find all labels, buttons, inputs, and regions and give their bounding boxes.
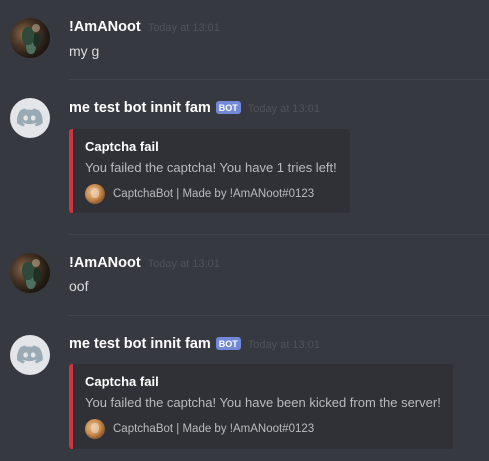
embed-footer: CaptchaBot | Made by !AmANoot#0123 (85, 184, 314, 204)
embed-footer-text: CaptchaBot | Made by !AmANoot#0123 (113, 188, 315, 200)
message-divider (69, 79, 489, 80)
footer-avatar-icon (85, 184, 105, 204)
message-timestamp: Today at 13:01 (147, 22, 220, 34)
embed-footer-text: CaptchaBot | Made by !AmANoot#0123 (113, 423, 315, 435)
embed-footer: CaptchaBot | Made by !AmANoot#0123 (85, 419, 314, 439)
author-name[interactable]: me test bot innit fam (69, 336, 211, 352)
embed-description: You failed the captcha! You have been ki… (85, 395, 441, 410)
embed-description: You failed the captcha! You have 1 tries… (85, 160, 337, 175)
message-timestamp: Today at 13:01 (147, 258, 220, 270)
user-avatar[interactable] (10, 18, 50, 58)
author-name[interactable]: !AmANoot (69, 19, 141, 35)
message-divider (69, 315, 489, 316)
bot-tag: BOT (215, 337, 241, 350)
author-name[interactable]: me test bot innit fam (69, 100, 211, 116)
embed-title: Captcha fail (85, 374, 159, 389)
message-timestamp: Today at 13:01 (247, 339, 320, 351)
embed: Captcha fail You failed the captcha! You… (69, 129, 350, 213)
author-name[interactable]: !AmANoot (69, 255, 141, 271)
chat-messages: !AmANoot Today at 13:01 my g me test bot … (0, 0, 489, 461)
bot-tag: BOT (215, 101, 241, 114)
embed: Captcha fail You failed the captcha! You… (69, 364, 453, 449)
discord-logo-icon (17, 345, 43, 364)
message-author[interactable]: !AmANoot Today at 13:01 (69, 255, 220, 271)
message-text: my g (69, 43, 100, 59)
message-author[interactable]: me test bot innit fam BOT Today at 13:01 (69, 336, 320, 352)
message-text: oof (69, 278, 89, 294)
bot-avatar[interactable] (10, 335, 50, 375)
message-author[interactable]: me test bot innit fam BOT Today at 13:01 (69, 100, 320, 116)
user-avatar[interactable] (10, 253, 50, 293)
discord-logo-icon (17, 108, 43, 127)
message-divider (69, 234, 489, 235)
message-author[interactable]: !AmANoot Today at 13:01 (69, 19, 220, 35)
embed-title: Captcha fail (85, 139, 159, 154)
footer-avatar-icon (85, 419, 105, 439)
bot-avatar[interactable] (10, 98, 50, 138)
message-timestamp: Today at 13:01 (247, 103, 320, 115)
